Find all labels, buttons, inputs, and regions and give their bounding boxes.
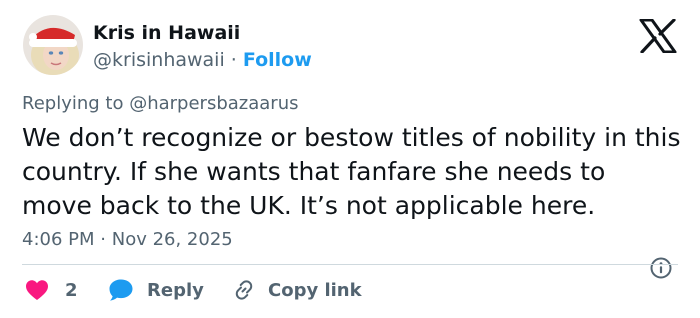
tweet-date: Nov 26, 2025	[111, 229, 233, 250]
author-handle[interactable]: @krisinhawaii	[93, 49, 225, 71]
reply-bubble-icon	[109, 279, 133, 301]
reply-context-prefix: Replying to	[22, 93, 124, 114]
tweet-card: Kris in Hawaii @krisinhawaii · Follow Re…	[0, 0, 700, 318]
action-bar: 2 Reply Copy link	[0, 270, 700, 310]
reply-context: Replying to @harpersbazaarus	[22, 93, 299, 115]
like-count: 2	[65, 279, 78, 301]
divider	[22, 264, 678, 265]
user-avatar-icon	[23, 15, 83, 75]
link-icon	[235, 280, 253, 300]
author-display-name[interactable]: Kris in Hawaii	[93, 21, 240, 45]
tweet-text: We don’t recognize or bestow titles of n…	[22, 123, 681, 220]
copy-link-label: Copy link	[268, 279, 362, 301]
reply-mention-link[interactable]: @harpersbazaarus	[129, 93, 298, 114]
like-button[interactable]: 2	[25, 270, 78, 310]
follow-button[interactable]: Follow	[243, 49, 312, 71]
reply-button[interactable]: Reply	[108, 270, 204, 310]
x-logo-icon[interactable]	[639, 19, 677, 53]
timestamp-separator: ·	[100, 229, 106, 250]
reply-label: Reply	[147, 279, 204, 301]
heart-icon	[26, 280, 48, 300]
tweet-timestamp[interactable]: 4:06 PM · Nov 26, 2025	[22, 229, 233, 251]
handle-separator: ·	[230, 49, 237, 71]
tweet-time: 4:06 PM	[22, 229, 95, 250]
author-handle-row: @krisinhawaii · Follow	[93, 48, 312, 72]
author-avatar[interactable]	[23, 15, 83, 75]
copy-link-button[interactable]: Copy link	[232, 270, 362, 310]
